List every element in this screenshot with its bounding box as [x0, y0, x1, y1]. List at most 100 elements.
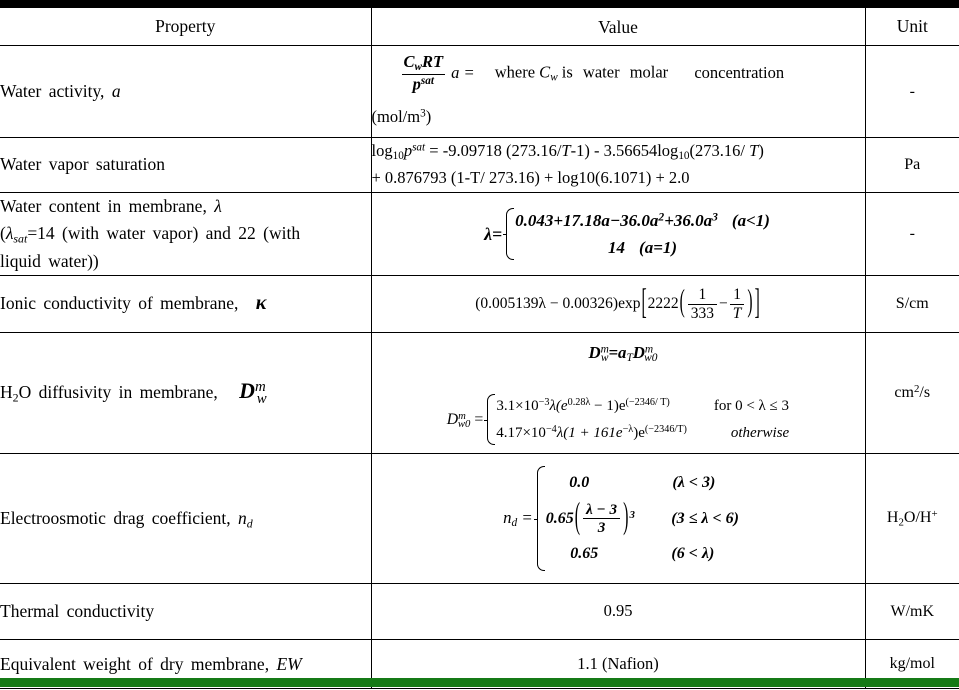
curly-brace-icon: [503, 207, 515, 261]
p-symbol: p: [403, 141, 413, 160]
EW-symbol: EW: [276, 653, 302, 674]
Dw0-equals: =: [470, 410, 484, 428]
frac2-den: T: [732, 304, 742, 322]
cw-rt-over-psat-fraction: CwRT psat: [401, 52, 446, 94]
equivalent-weight-label: Equivalent weight of dry membrane,: [0, 653, 277, 674]
paren-open-icon: (: [679, 283, 685, 319]
a-equals: a =: [451, 62, 479, 82]
conductivity-prefactor: (0.005139λ − 0.00326)exp: [475, 294, 641, 312]
row-property-thermal-conductivity: Thermal conductivity: [0, 583, 372, 641]
lambda-piecewise-formula: λ= 0.043+17.18a−36.0a2+36.0a3 (a<1) 14 (a=…: [484, 207, 770, 261]
row-unit-thermal-conductivity: W/mK: [865, 583, 959, 641]
case1-exp3: (−2346/ T): [625, 397, 670, 409]
table-header-row: Property Value Unit: [0, 7, 959, 46]
lambda-case1-exp2: 3: [712, 210, 718, 224]
Dw0-sub: w0: [457, 417, 471, 430]
cw-symbol: C: [539, 62, 551, 82]
property-label: Water activity,: [0, 80, 112, 101]
minus-sign: −: [719, 294, 728, 312]
lambda-case1-expr: 0.043+17.18a−36.0a: [515, 210, 659, 230]
water-content-line3: liquid water)): [0, 250, 99, 271]
nd-case1-condition: (λ < 3): [672, 474, 716, 492]
Dw0m-lhs: Dmw0 =: [447, 408, 483, 432]
row-unit-water-content: -: [865, 192, 959, 277]
one-over-333-fraction: 1 333: [687, 286, 718, 322]
table-row: Ionic conductivity of membrane, κ (0.005…: [0, 275, 959, 334]
nd-piecewise-formula: nd = 0.0 (λ < 3) 0.65(λ − 3 3)3 (3 ≤ λ < 6)…: [503, 465, 739, 571]
row-unit-h2o-diffusivity: cm2/s: [865, 332, 959, 455]
table-figure: Property Value Unit Water activity, a Cw…: [0, 0, 959, 690]
bracket-close-icon: ]: [754, 281, 760, 322]
table-row: Water activity, a CwRT psat a = where Cw…: [0, 45, 959, 138]
D-rhs-sub: w0: [644, 352, 658, 365]
molar-words: is water molar: [561, 62, 669, 82]
row-value-drag-coefficient: nd = 0.0 (λ < 3) 0.65(λ − 3 3)3 (3 ≤ λ < 6)…: [371, 453, 866, 585]
case2-lam: λ(1 + 161e: [556, 424, 623, 441]
diffusivity-case-2: 4.17×10−4λ(1 + 161e−λ)e(−2346/T) otherwis…: [496, 420, 789, 446]
D-symbol: D: [239, 379, 255, 404]
header-property: Property: [0, 7, 372, 46]
header-value: Value: [371, 7, 866, 46]
activation-constant: 2222: [647, 294, 679, 312]
unit-H: H: [886, 509, 899, 527]
row-unit-water-vapor-saturation: Pa: [865, 136, 959, 194]
case2-tail: )e: [633, 424, 645, 441]
row-unit-drag-coefficient: H2O/H+: [865, 453, 959, 585]
nd-equals: =: [517, 507, 533, 527]
log-base: 10: [392, 150, 404, 163]
lambda-symbol: λ: [214, 196, 222, 217]
diffusivity-line2: Dmw0 = 3.1×10−3λ(e0.28λ − 1)e(−2346/ T) f…: [372, 393, 865, 446]
lambda-equals: λ=: [484, 223, 503, 244]
case1-lam: λ(e: [549, 398, 568, 415]
sat-superscript: sat: [420, 75, 434, 88]
row-property-water-activity: Water activity, a: [0, 45, 372, 138]
frac1-num: 1: [687, 286, 718, 305]
row-property-water-content: Water content in membrane, λ (λsat=14 (w…: [0, 192, 372, 277]
frac1-den: 333: [690, 304, 715, 322]
lambda-case-2: 14 (a=1): [515, 234, 770, 261]
row-property-drag-coefficient: Electroosmotic drag coefficient, nd: [0, 453, 372, 585]
frac2-num: 1: [729, 286, 745, 305]
row-value-water-vapor-saturation: log10psat = -9.09718 (273.16/T-1) - 3.56…: [371, 136, 866, 194]
table-row: Water content in membrane, λ (λsat=14 (w…: [0, 192, 959, 277]
water-content-line2: (λsat=14 (with water vapor) and 22 (with: [0, 220, 371, 248]
paren-close-icon: ): [747, 283, 753, 319]
unit-cm: cm: [894, 384, 914, 402]
paren-close-icon: ): [623, 497, 629, 537]
lambda-case2-expr: 14: [608, 238, 626, 258]
curly-brace-icon: [484, 393, 496, 446]
row-unit-water-activity: -: [865, 45, 959, 138]
diffusivity-line1: Dmw=aTDmw0: [372, 340, 865, 367]
lambda-sat-sub: sat: [13, 231, 28, 246]
table-row: H2O diffusivity in membrane, Dmw Dmw=aTD…: [0, 332, 959, 455]
row-value-thermal-conductivity: 0.95: [371, 583, 866, 641]
nd-frac-num: λ − 3: [583, 501, 621, 520]
one-over-T-fraction: 1T: [729, 286, 745, 322]
case2-exp2: −λ: [622, 423, 634, 435]
diffusivity-case-1: 3.1×10−3λ(e0.28λ − 1)e(−2346/ T) for 0 < …: [496, 393, 789, 419]
mol-units-close: ): [425, 106, 432, 126]
properties-table: Property Value Unit Water activity, a Cw…: [0, 7, 959, 690]
row-property-water-vapor-saturation: Water vapor saturation: [0, 136, 372, 194]
unit-OH: O/H: [903, 509, 932, 527]
case1-tail: − 1)e: [590, 398, 626, 415]
paren-open-icon: (: [574, 497, 581, 537]
nd-case2-coeff: 0.65: [545, 509, 574, 527]
case1-coeff: 3.1×10: [496, 398, 539, 415]
row-property-ionic-conductivity: Ionic conductivity of membrane, κ: [0, 275, 372, 334]
concentration-word: concentration: [694, 62, 785, 82]
mol-units-open: (mol/m: [371, 106, 421, 126]
row-unit-ionic-conductivity: S/cm: [865, 275, 959, 334]
row-property-h2o-diffusivity: H2O diffusivity in membrane, Dmw: [0, 332, 372, 455]
drag-coefficient-label: Electroosmotic drag coefficient,: [0, 507, 239, 528]
case2-condition: otherwise: [730, 424, 790, 441]
cw-symbol-sub: w: [550, 72, 558, 85]
Dw0-D: D: [446, 410, 459, 428]
p-denominator: p: [412, 74, 421, 94]
eq-aT: =a: [608, 343, 627, 363]
psat-formula-line1: log10psat = -9.09718 (273.16/T-1) - 3.56…: [372, 138, 865, 165]
ionic-conductivity-label: Ionic conductivity of membrane,: [0, 293, 246, 314]
top-black-bar: [0, 0, 959, 7]
unit-per-s: /s: [919, 384, 931, 402]
water-content-line1: Water content in membrane, λ: [0, 193, 371, 220]
